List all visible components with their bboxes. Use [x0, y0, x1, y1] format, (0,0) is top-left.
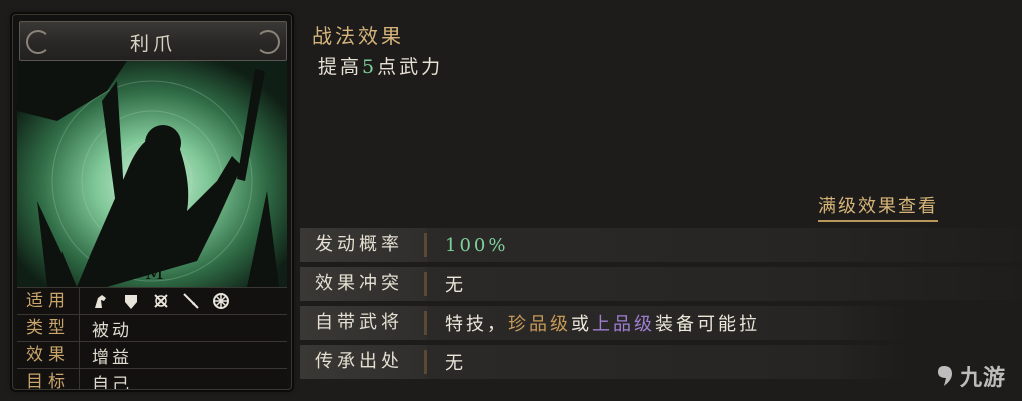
stat-key: 发动概率: [301, 228, 427, 262]
troop-type-icons: [80, 292, 230, 310]
card-title-bar: 利爪: [19, 21, 287, 61]
skill-card: 利爪 M 适用 类型 被动 效果 增益 目标 自己: [12, 14, 292, 390]
stat-value: 无: [445, 275, 466, 296]
info-value: 增益: [92, 347, 132, 368]
watermark-text: 九游: [960, 366, 1007, 391]
info-key: 适用: [17, 288, 80, 314]
skill-name: 利爪: [129, 33, 176, 55]
effect-title: 战法效果: [312, 24, 404, 48]
stat-value-part: 特技，: [445, 314, 508, 335]
spear-icon: [183, 293, 199, 309]
effect-text-prefix: 提高: [318, 56, 363, 78]
bow-icon: [154, 294, 168, 308]
stat-value: 特技，珍品级或上品级装备可能拉: [427, 310, 760, 336]
full-level-effect-link[interactable]: 满级效果查看: [818, 192, 938, 222]
skill-info-table: 适用 类型 被动 效果 增益 目标 自己: [17, 287, 287, 390]
effect-value: 5: [362, 56, 378, 78]
effect-description: 提高5点武力: [318, 52, 443, 79]
stat-value: 100%: [445, 234, 509, 256]
stat-value: 无: [445, 353, 466, 374]
rarity-rare-label: 珍品级: [508, 314, 571, 335]
cavalry-icon: [95, 295, 106, 308]
info-row-applicable: 适用: [17, 287, 287, 314]
info-key: 目标: [17, 369, 80, 389]
skill-artwork: M: [17, 61, 287, 287]
stat-value-part: 或: [571, 314, 592, 335]
info-row-effect: 效果 增益: [17, 341, 287, 368]
svg-text:M: M: [145, 263, 163, 284]
stat-row-conflict: 效果冲突 无: [300, 267, 1022, 301]
stat-key: 效果冲突: [301, 267, 427, 301]
stat-value-part: 装备可能拉: [655, 314, 760, 335]
info-key: 效果: [17, 342, 80, 368]
rarity-fine-label: 上品级: [592, 314, 655, 335]
effect-text-suffix: 点武力: [377, 56, 444, 78]
watermark-logo-icon: [938, 366, 952, 386]
info-key: 类型: [17, 315, 80, 341]
stat-key: 自带武将: [301, 306, 427, 340]
info-value: 被动: [92, 320, 132, 341]
info-row-target: 目标 自己: [17, 368, 287, 390]
stat-row-trigger-rate: 发动概率 100%: [300, 228, 1022, 262]
info-value: 自己: [92, 374, 132, 390]
siege-icon: [213, 293, 229, 309]
stat-key: 传承出处: [301, 345, 427, 379]
watermark: 九游: [932, 360, 1006, 392]
shield-icon: [125, 295, 137, 309]
info-row-type: 类型 被动: [17, 314, 287, 341]
